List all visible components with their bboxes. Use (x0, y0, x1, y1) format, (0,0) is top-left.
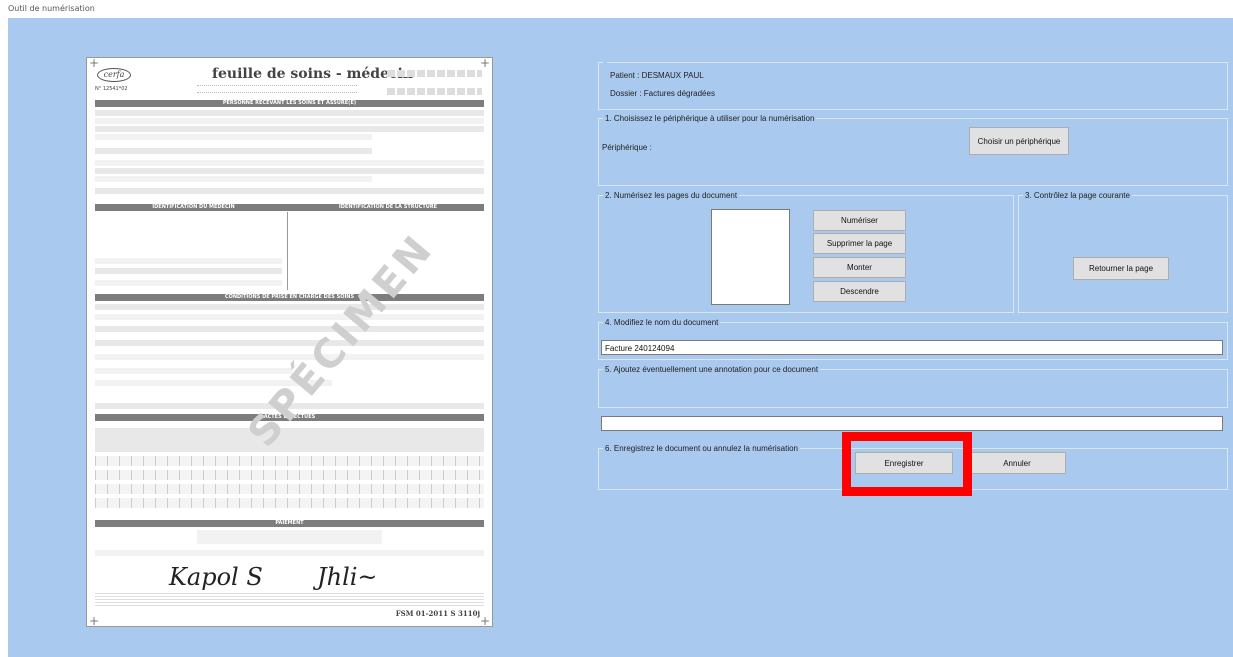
step2-group: 2. Numérisez les pages du document (598, 191, 1014, 313)
highlight-box (842, 432, 972, 496)
form-code: N° 12541*02 (95, 86, 128, 92)
cerfa-logo: cerfa (97, 68, 131, 82)
band-ident-medecin: IDENTIFICATION DU MÉDECIN (95, 204, 292, 211)
annotation-input[interactable] (601, 416, 1223, 431)
move-up-button[interactable]: Monter (813, 257, 906, 278)
band-paiement: PAIEMENT (95, 520, 484, 527)
band-conditions: CONDITIONS DE PRISE EN CHARGE DES SOINS (95, 294, 484, 301)
step3-legend: 3. Contrôlez la page courante (1025, 191, 1130, 200)
signature-assure: Jhli~ (317, 563, 378, 591)
window-title: Outil de numérisation (0, 0, 1233, 18)
montant-total (197, 530, 382, 544)
form-row (95, 280, 282, 286)
form-row (95, 148, 372, 154)
date-boxes (387, 88, 482, 95)
form-row (95, 550, 484, 556)
signature-medecin: Kapol S (169, 563, 263, 591)
form-divider (287, 212, 288, 290)
crop-mark-icon: + (89, 614, 100, 627)
form-row (95, 160, 484, 166)
actes-row (95, 484, 484, 494)
step1-legend: 1. Choisissez le périphérique à utiliser… (605, 114, 815, 123)
form-row (95, 134, 372, 140)
delete-page-button[interactable]: Supprimer la page (813, 233, 906, 254)
scan-button[interactable]: Numériser (813, 210, 906, 231)
form-title: feuille de soins - médecin (212, 66, 414, 82)
crop-mark-icon: + (479, 614, 490, 627)
choose-device-button[interactable]: Choisir un périphérique (969, 127, 1069, 155)
cancel-button[interactable]: Annuler (968, 452, 1066, 474)
step5-group: 5. Ajoutez éventuellement une annotation… (598, 365, 1228, 408)
fine-print (95, 592, 484, 606)
form-row (95, 368, 292, 374)
crop-mark-icon: + (89, 57, 100, 70)
actes-row (95, 456, 484, 466)
form-row (95, 126, 484, 132)
form-row (95, 188, 484, 194)
document-name-input[interactable]: Facture 240124094 (601, 340, 1223, 355)
actes-row (95, 498, 484, 508)
device-label: Périphérique : (602, 143, 652, 152)
step3-group: 3. Contrôlez la page courante (1018, 191, 1228, 313)
step1-group: 1. Choisissez le périphérique à utiliser… (598, 114, 1228, 186)
form-row (95, 258, 282, 264)
form-row (95, 340, 484, 346)
step5-legend: 5. Ajoutez éventuellement une annotation… (605, 365, 819, 374)
form-row (95, 326, 484, 332)
patient-info-group (598, 62, 1228, 110)
document-preview: + + + + cerfa N° 12541*02 feuille de soi… (86, 57, 493, 627)
form-row (95, 176, 372, 182)
rotate-page-button[interactable]: Retourner la page (1073, 257, 1169, 280)
crop-mark-icon: + (479, 57, 490, 70)
invoice-number-boxes (387, 70, 482, 77)
page-thumbnail-list[interactable] (711, 209, 790, 305)
band-ident-structure: IDENTIFICATION DE LA STRUCTURE (292, 204, 484, 211)
dossier-label: Dossier : Factures dégradées (610, 89, 715, 98)
move-down-button[interactable]: Descendre (813, 281, 906, 302)
patient-name-label: Patient : DESMAUX PAUL (610, 71, 704, 80)
step6-legend: 6. Enregistrez le document ou annulez la… (605, 444, 798, 453)
form-row (95, 304, 484, 310)
form-subtitle-lines (197, 85, 357, 93)
form-row (95, 354, 484, 360)
form-footer-code: FSM 01-2011 S 3110j (395, 609, 480, 618)
step2-legend: 2. Numérisez les pages du document (605, 191, 738, 200)
actes-row (95, 470, 484, 480)
form-row (95, 268, 282, 274)
form-row (95, 314, 484, 320)
band-person: PERSONNE RECEVANT LES SOINS ET ASSURÉ(E) (95, 100, 484, 107)
form-row (95, 118, 484, 124)
form-row (95, 168, 484, 174)
form-row (95, 110, 484, 116)
step4-legend: 4. Modifiez le nom du document (605, 318, 719, 327)
